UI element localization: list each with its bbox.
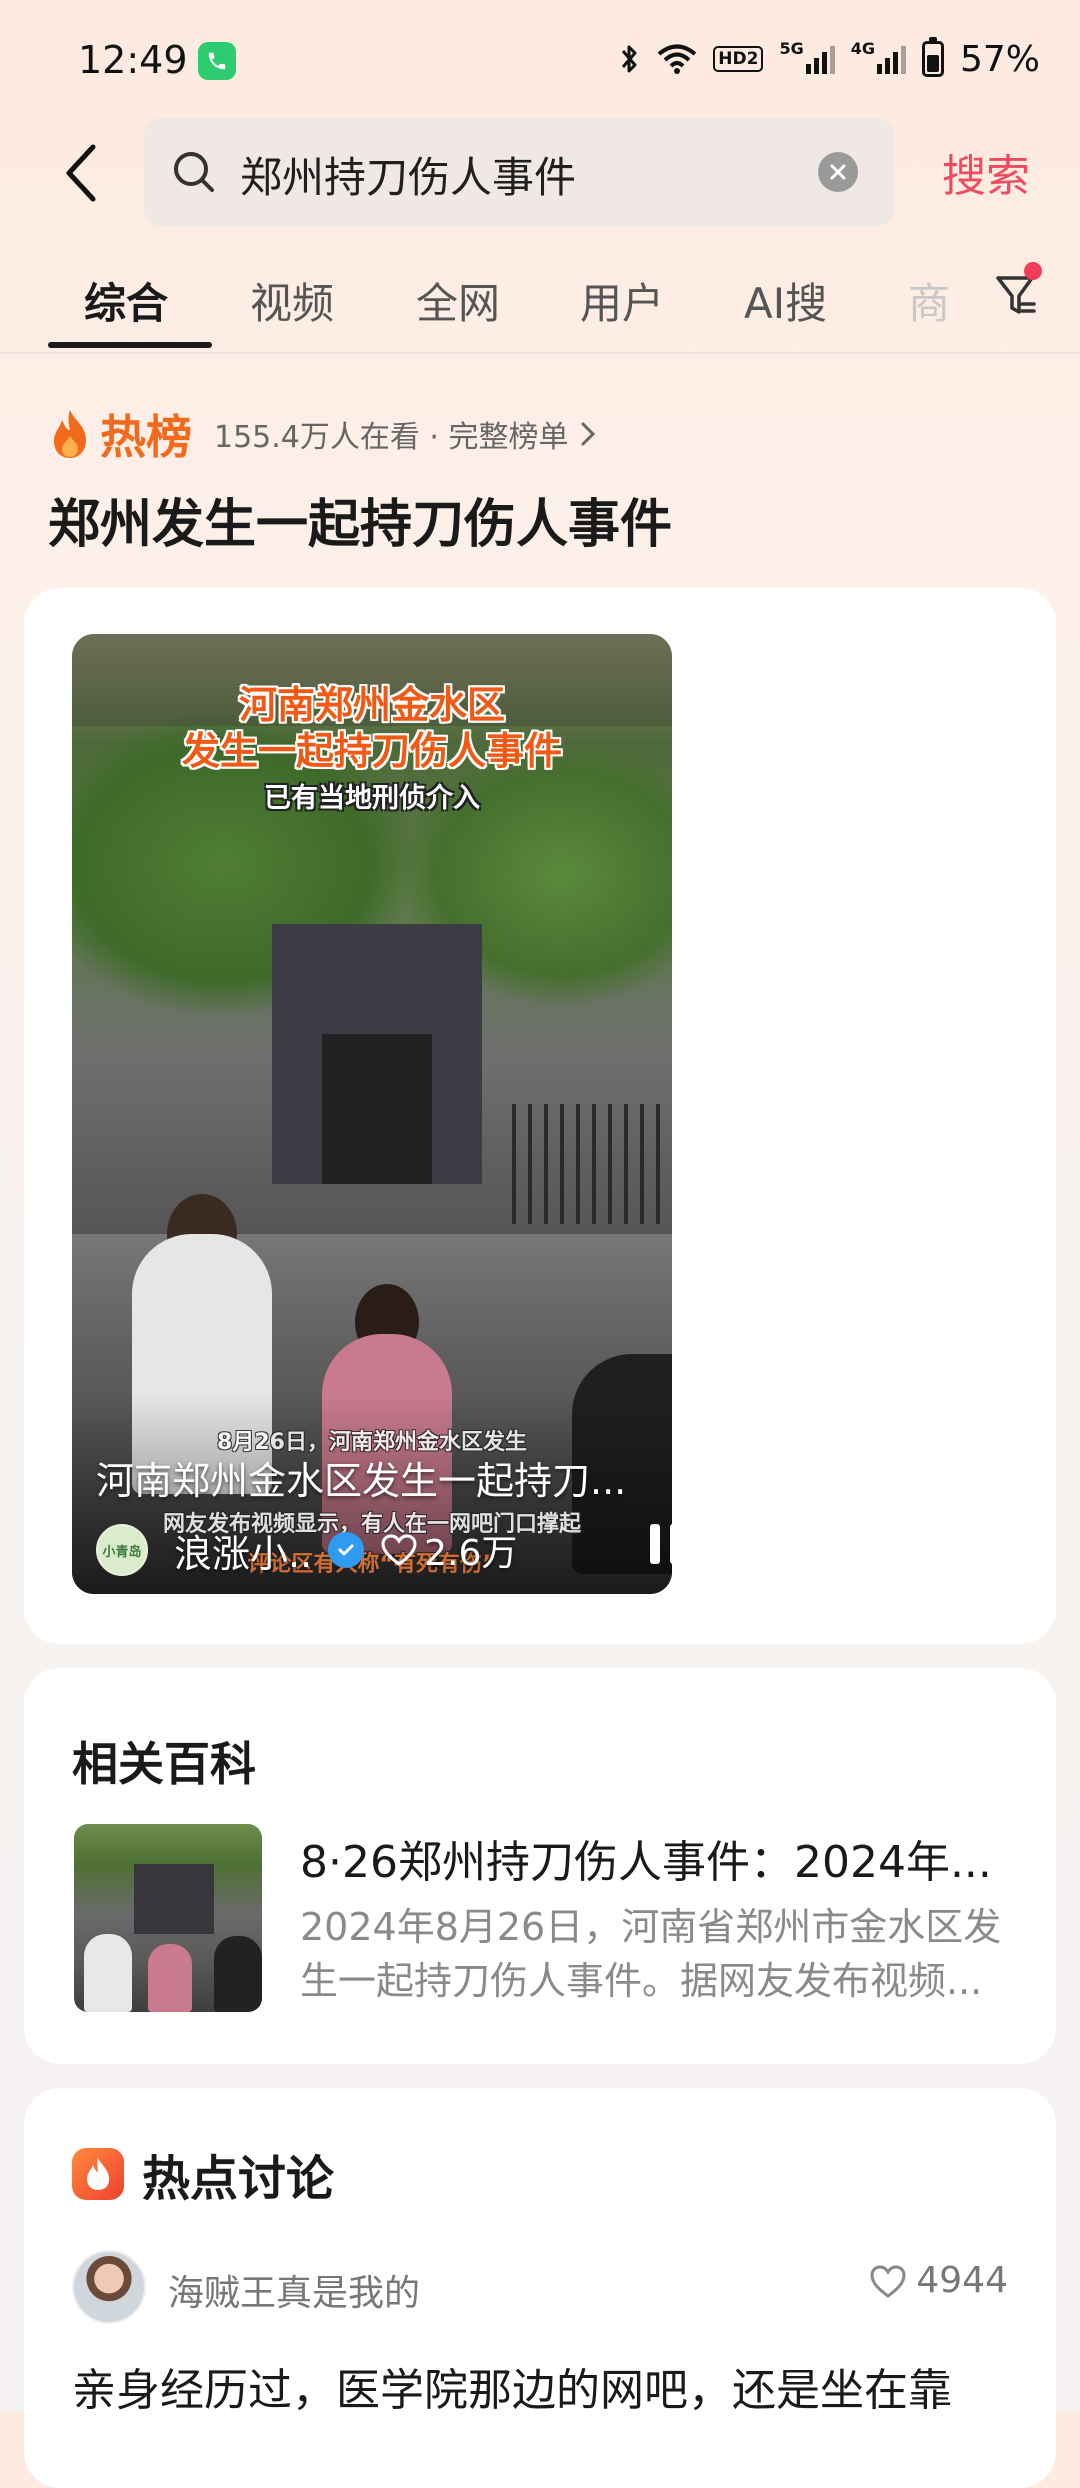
wiki-heading: 相关百科 — [72, 1737, 256, 1791]
status-bar: 12:49 HD2 5G 4G 57% — [0, 0, 1080, 120]
discussion-header: 热点讨论 — [72, 2144, 334, 2207]
commenter-avatar[interactable] — [72, 2250, 146, 2324]
tab-ai-search[interactable]: AI搜 — [744, 270, 827, 331]
video-card: 河南郑州金水区 发生一起持刀伤人事件 已有当地刑侦介入 8月26日，河南郑州金水… — [24, 588, 1056, 1644]
video-scene-fence — [512, 1104, 672, 1224]
search-query-text: 郑州持刀伤人事件 — [240, 153, 577, 202]
chevron-right-icon — [581, 422, 595, 446]
battery-fill — [926, 54, 939, 72]
like-count: 2.6万 — [424, 1533, 518, 1574]
comment-like-button[interactable]: 4944 — [868, 2260, 1008, 2301]
search-icon — [172, 150, 216, 198]
video-scene-door — [322, 1034, 432, 1184]
video-caption[interactable]: 河南郑州金水区发生一起持刀... — [96, 1450, 656, 1505]
clear-icon[interactable] — [818, 152, 858, 192]
battery-icon — [921, 37, 944, 79]
hot-list-meta: 155.4万人在看 · 完整榜单 — [214, 420, 569, 455]
bluetooth-icon — [619, 39, 641, 79]
signal-4g-icon: 4G — [851, 39, 906, 79]
wiki-thumbnail[interactable] — [74, 1824, 262, 2012]
search-button[interactable]: 搜索 — [942, 140, 1030, 204]
network-5g-label: 5G — [779, 39, 804, 58]
chevron-left-icon — [66, 144, 96, 202]
fire-icon — [54, 410, 86, 458]
back-button[interactable] — [50, 138, 110, 208]
flame-icon — [72, 2148, 124, 2200]
topic-title[interactable]: 郑州发生一起持刀伤人事件 — [48, 482, 672, 557]
divider — [0, 352, 1080, 354]
hd-label: HD2 — [713, 46, 764, 72]
search-input[interactable]: 郑州持刀伤人事件 — [144, 118, 894, 226]
wiki-entry-title[interactable]: 8·26郑州持刀伤人事件：2024年... — [300, 1826, 1020, 1890]
hot-list-row[interactable]: 热榜 155.4万人在看 · 完整榜单 — [48, 404, 597, 464]
active-tab-indicator — [48, 342, 212, 348]
comment-like-count: 4944 — [916, 2260, 1008, 2301]
hot-list-label: 热榜 — [100, 410, 192, 464]
verified-icon — [328, 1532, 365, 1568]
tab-web[interactable]: 全网 — [416, 270, 500, 331]
pause-icon[interactable] — [650, 1524, 672, 1568]
tab-bar: 综合 视频 全网 用户 AI搜 商 — [0, 256, 1080, 352]
tab-users[interactable]: 用户 — [580, 270, 664, 331]
commenter-name[interactable]: 海贼王真是我的 — [168, 2264, 420, 2316]
video-meta-row: 小青岛 浪涨小.. 2.6万 — [96, 1522, 672, 1578]
heart-icon — [381, 1534, 417, 1566]
video-overlay-title: 发生一起持刀伤人事件 — [181, 729, 562, 773]
hd-voice-icon: HD2 — [713, 39, 764, 79]
video-player[interactable]: 河南郑州金水区 发生一起持刀伤人事件 已有当地刑侦介入 8月26日，河南郑州金水… — [72, 634, 672, 1594]
phone-call-icon[interactable] — [198, 42, 236, 80]
wiki-entry-description[interactable]: 2024年8月26日，河南省郑州市金水区发生一起持刀伤人事件。据网友发布视频..… — [300, 1900, 1020, 2008]
filter-button[interactable] — [994, 262, 1044, 324]
video-overlay-subtitle: 已有当地刑侦介入 — [264, 783, 480, 814]
related-wiki-card: 相关百科 8·26郑州持刀伤人事件：2024年... 2024年8月26日，河南… — [24, 1668, 1056, 2064]
author-name[interactable]: 浪涨小.. — [174, 1523, 312, 1578]
wifi-icon — [657, 39, 697, 79]
hot-discussion-card: 热点讨论 海贼王真是我的 4944 亲身经历过，医学院那边的网吧，还是坐在靠 — [24, 2088, 1056, 2488]
comment-text[interactable]: 亲身经历过，医学院那边的网吧，还是坐在靠 — [72, 2354, 1012, 2418]
tab-shop[interactable]: 商 — [908, 270, 950, 331]
tab-comprehensive[interactable]: 综合 — [84, 270, 168, 331]
notification-dot — [1024, 262, 1042, 280]
author-avatar[interactable]: 小青岛 — [96, 1524, 148, 1576]
network-4g-label: 4G — [850, 39, 875, 58]
heart-icon — [870, 2264, 906, 2298]
like-button[interactable]: 2.6万 — [380, 1524, 517, 1576]
status-icons: HD2 5G 4G 57% — [619, 34, 1040, 84]
battery-percent: 57% — [959, 38, 1040, 80]
signal-5g-icon: 5G — [779, 39, 835, 79]
discussion-heading: 热点讨论 — [142, 2151, 335, 2207]
tab-video[interactable]: 视频 — [250, 270, 334, 331]
status-time: 12:49 — [78, 38, 188, 82]
